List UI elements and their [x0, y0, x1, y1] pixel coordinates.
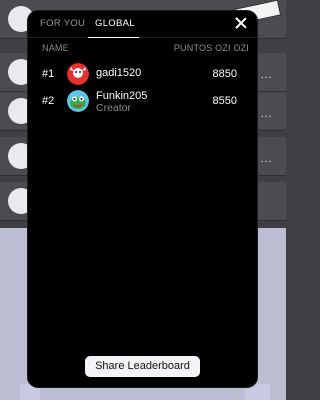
- rank-label: #1: [42, 68, 55, 80]
- share-leaderboard-button[interactable]: Share Leaderboard: [85, 356, 200, 377]
- score: 8550: [212, 95, 237, 107]
- background-ellipsis-icon: …: [260, 151, 272, 165]
- score: 8850: [212, 68, 237, 80]
- tab-divider: [28, 37, 257, 38]
- avatar: [67, 90, 89, 112]
- points-column-header: PUNTOS OZI OZI: [173, 43, 249, 53]
- column-headers: NAME PUNTOS OZI OZI: [42, 43, 249, 53]
- background-ellipsis-icon: …: [260, 67, 272, 81]
- creator-badge: Creator: [96, 102, 132, 114]
- leaderboard-row[interactable]: #1 gadi1520 8850: [42, 63, 237, 87]
- avatar: [67, 63, 89, 85]
- username: gadi1520: [96, 67, 142, 79]
- name-column-header: NAME: [42, 43, 69, 53]
- active-tab-indicator: [88, 37, 139, 38]
- close-icon[interactable]: [234, 16, 248, 30]
- tab-for-you[interactable]: FOR YOU: [40, 18, 85, 29]
- rank-label: #2: [42, 95, 55, 107]
- background-ellipsis-icon: …: [260, 106, 272, 120]
- tab-global[interactable]: GLOBAL: [95, 18, 135, 29]
- tab-bar: FOR YOU GLOBAL: [28, 11, 257, 38]
- leaderboard-row[interactable]: #2 Funkin205 Creator 8550: [42, 90, 237, 114]
- username: Funkin205: [96, 90, 148, 102]
- leaderboard-modal: FOR YOU GLOBAL NAME PUNTOS OZI OZI #1 ga…: [28, 11, 257, 387]
